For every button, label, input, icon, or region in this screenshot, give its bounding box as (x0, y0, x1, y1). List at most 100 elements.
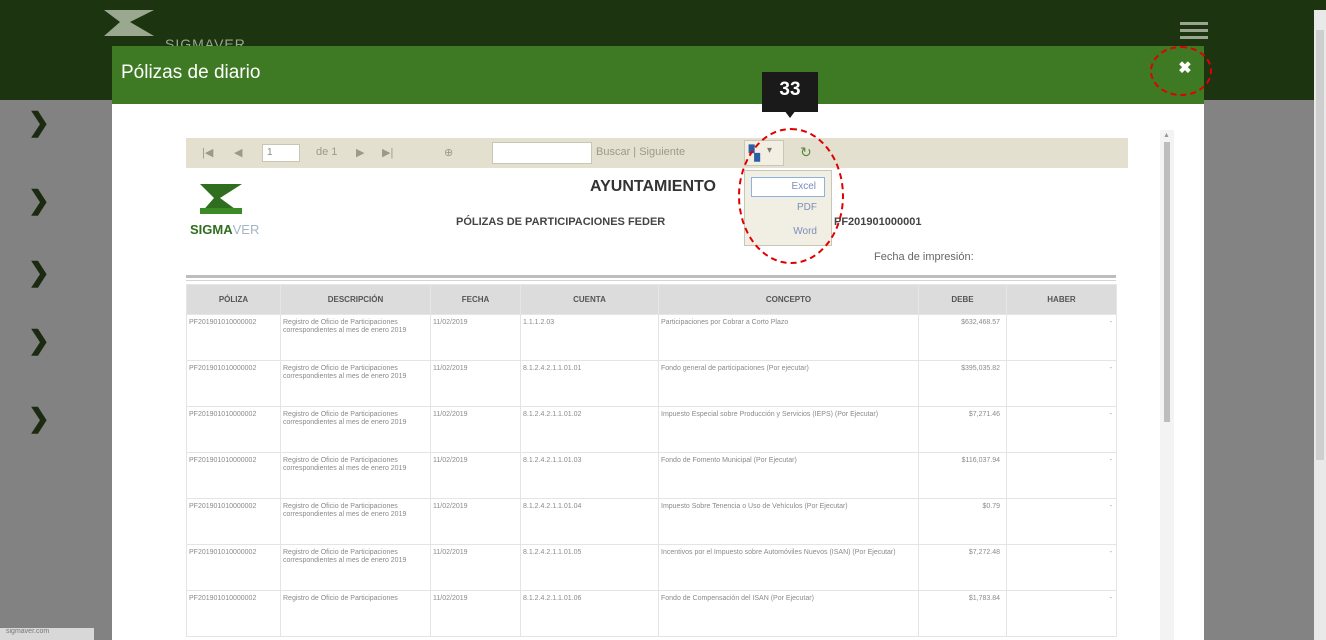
cell-fecha: 11/02/2019 (430, 360, 521, 407)
cell-haber: - (1006, 544, 1117, 591)
sigmaver-logo-icon (104, 10, 154, 36)
column-header[interactable]: CONCEPTO (658, 284, 919, 315)
cell-descripcion: Registro de Oficio de Participaciones co… (280, 314, 431, 361)
report-scrollbar[interactable]: ▲ (1160, 130, 1174, 640)
cell-descripcion: Registro de Oficio de Participaciones co… (280, 406, 431, 453)
cell-fecha: 11/02/2019 (430, 314, 521, 361)
report-scrollbar-thumb[interactable] (1164, 142, 1170, 422)
cell-cuenta: 8.1.2.4.2.1.1.01.01 (520, 360, 659, 407)
cell-debe: $1,783.84 (918, 590, 1007, 637)
column-header[interactable]: PÓLIZA (186, 284, 281, 315)
next-page-icon[interactable]: ▶ (356, 146, 364, 159)
cell-cuenta: 8.1.2.4.2.1.1.01.02 (520, 406, 659, 453)
sidebar-expand-icon[interactable]: ❯ (28, 109, 50, 135)
report-title: AYUNTAMIENTO (590, 178, 716, 195)
column-header[interactable]: DEBE (918, 284, 1007, 315)
cell-concepto: Fondo de Compensación del ISAN (Por Ejec… (658, 590, 919, 637)
sidebar-expand-icon[interactable]: ❯ (28, 405, 50, 431)
sidebar-expand-icon[interactable]: ❯ (28, 187, 50, 213)
modal-title: Pólizas de diario (121, 62, 261, 83)
cell-poliza: PF201901010000002 (186, 360, 281, 407)
cell-descripcion: Registro de Oficio de Participaciones co… (280, 544, 431, 591)
print-date-label: Fecha de impresión: (874, 251, 974, 263)
cell-poliza: PF201901010000002 (186, 590, 281, 637)
cell-cuenta: 8.1.2.4.2.1.1.01.04 (520, 498, 659, 545)
cell-debe: $0.79 (918, 498, 1007, 545)
export-highlight-circle (738, 128, 844, 264)
cell-poliza: PF201901010000002 (186, 544, 281, 591)
cell-descripcion: Registro de Oficio de Participaciones co… (280, 360, 431, 407)
report-logo-text: SIGMAVER (190, 222, 260, 237)
table-row: PF201901010000002 Registro de Oficio de P… (186, 452, 1117, 499)
sidebar-expand-icon[interactable]: ❯ (28, 327, 50, 353)
column-header[interactable]: HABER (1006, 284, 1117, 315)
table-header-row: PÓLIZA DESCRIPCIÓN FECHA CUENTA CONCEPTO… (186, 284, 1117, 315)
cell-cuenta: 8.1.2.4.2.1.1.01.05 (520, 544, 659, 591)
table-row: PF201901010000002 Registro de Oficio de P… (186, 406, 1117, 453)
report-toolbar: |◀ ◀ 1 de 1 ▶ ▶| ⊕ Buscar | Siguiente ▚ … (186, 138, 1128, 168)
table-row: PF201901010000002 Registro de Oficio de P… (186, 498, 1117, 545)
last-page-icon[interactable]: ▶| (382, 146, 393, 159)
cell-cuenta: 1.1.1.2.03 (520, 314, 659, 361)
polizas-table: PÓLIZA DESCRIPCIÓN FECHA CUENTA CONCEPTO… (186, 284, 1117, 637)
cell-cuenta: 8.1.2.4.2.1.1.01.03 (520, 452, 659, 499)
cell-concepto: Fondo de Fomento Municipal (Por Ejecutar… (658, 452, 919, 499)
cell-poliza: PF201901010000002 (186, 498, 281, 545)
page-scrollbar-thumb[interactable] (1316, 30, 1324, 460)
cell-fecha: 11/02/2019 (430, 498, 521, 545)
sidebar-expand-icon[interactable]: ❯ (28, 259, 50, 285)
cell-descripcion: Registro de Oficio de Participaciones co… (280, 452, 431, 499)
cell-concepto: Fondo general de participaciones (Por ej… (658, 360, 919, 407)
cell-debe: $116,037.94 (918, 452, 1007, 499)
report-folio: PF201901000001 (834, 216, 922, 228)
table-row: PF201901010000002 Registro de Oficio de P… (186, 360, 1117, 407)
cell-poliza: PF201901010000002 (186, 314, 281, 361)
zoom-icon[interactable]: ⊕ (444, 146, 453, 159)
cell-fecha: 11/02/2019 (430, 590, 521, 637)
cell-cuenta: 8.1.2.4.2.1.1.01.06 (520, 590, 659, 637)
modal-header: Pólizas de diario ✖ (112, 46, 1204, 104)
cell-haber: - (1006, 498, 1117, 545)
cell-concepto: Incentivos por el Impuesto sobre Automóv… (658, 544, 919, 591)
status-tab: sigmaver.com (0, 628, 94, 640)
page-number-input[interactable]: 1 (262, 144, 300, 162)
cell-concepto: Impuesto Sobre Tenencia o Uso de Vehícul… (658, 498, 919, 545)
cell-descripcion: Registro de Oficio de Participaciones co… (280, 498, 431, 545)
cell-debe: $632,468.57 (918, 314, 1007, 361)
cell-haber: - (1006, 314, 1117, 361)
cell-concepto: Impuesto Especial sobre Producción y Ser… (658, 406, 919, 453)
divider (186, 275, 1116, 278)
menu-icon[interactable] (1180, 22, 1208, 42)
cell-poliza: PF201901010000002 (186, 406, 281, 453)
search-links[interactable]: Buscar | Siguiente (596, 146, 685, 158)
cell-haber: - (1006, 452, 1117, 499)
column-header[interactable]: FECHA (430, 284, 521, 315)
cell-haber: - (1006, 406, 1117, 453)
app-sidebar: ❯ ❯ ❯ ❯ ❯ (0, 100, 112, 640)
page-scrollbar[interactable] (1314, 10, 1326, 640)
search-input[interactable] (492, 142, 592, 164)
cell-poliza: PF201901010000002 (186, 452, 281, 499)
cell-debe: $395,035.82 (918, 360, 1007, 407)
column-header[interactable]: CUENTA (520, 284, 659, 315)
cell-debe: $7,271.46 (918, 406, 1007, 453)
app-background (1204, 100, 1314, 640)
table-row: PF201901010000002 Registro de Oficio de P… (186, 544, 1117, 591)
scroll-up-icon[interactable]: ▲ (1163, 132, 1170, 139)
cell-descripcion: Registro de Oficio de Participaciones (280, 590, 431, 637)
column-header[interactable]: DESCRIPCIÓN (280, 284, 431, 315)
cell-fecha: 11/02/2019 (430, 406, 521, 453)
report-subtitle: PÓLIZAS DE PARTICIPACIONES FEDER (456, 216, 666, 228)
page-count: de 1 (316, 146, 338, 158)
table-row: PF201901010000002 Registro de Oficio de P… (186, 590, 1117, 637)
step-badge: 33 (762, 72, 818, 118)
first-page-icon[interactable]: |◀ (202, 146, 213, 159)
cell-debe: $7,272.48 (918, 544, 1007, 591)
close-highlight-circle (1150, 46, 1212, 96)
table-row: PF201901010000002 Registro de Oficio de P… (186, 314, 1117, 361)
cell-haber: - (1006, 590, 1117, 637)
divider (186, 280, 1116, 281)
prev-page-icon[interactable]: ◀ (234, 146, 242, 159)
cell-concepto: Participaciones por Cobrar a Corto Plazo (658, 314, 919, 361)
cell-fecha: 11/02/2019 (430, 452, 521, 499)
